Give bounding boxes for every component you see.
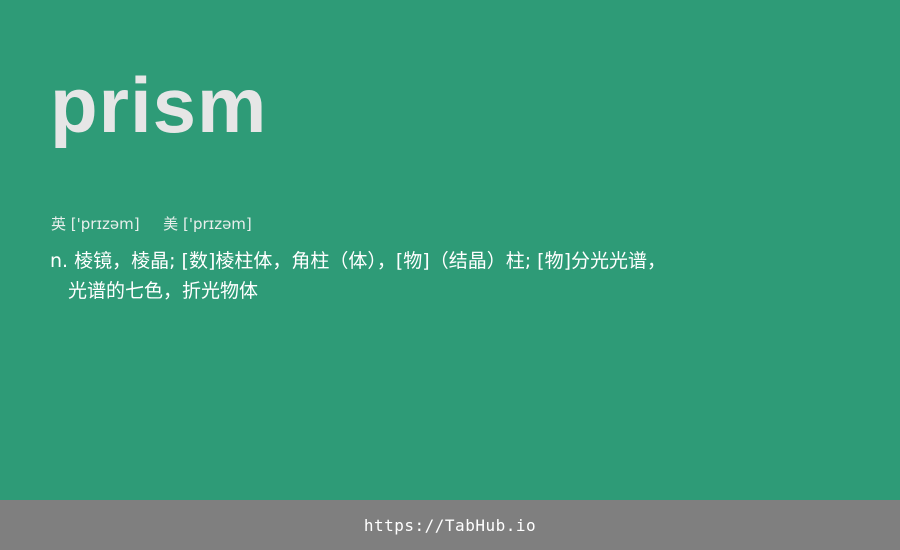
phonetics-row: 英 ['prɪzəm] 美 ['prɪzəm] [51, 213, 252, 234]
tabhub-link[interactable]: https://TabHub.io [364, 516, 536, 535]
definition-line-2: 光谱的七色，折光物体 [68, 280, 259, 302]
phonetic-us: ['prɪzəm] [182, 215, 252, 233]
phonetic-us-label: 美 [163, 215, 179, 233]
headword: prism [50, 61, 268, 149]
phonetic-uk: ['prɪzəm] [70, 215, 140, 233]
phonetic-uk-label: 英 [51, 215, 67, 233]
footer-bar: https://TabHub.io [0, 500, 900, 550]
word-card: prism 英 ['prɪzəm] 美 ['prɪzəm] n. 棱镜，棱晶; … [0, 0, 900, 500]
definition: n. 棱镜，棱晶; [数]棱柱体，角柱（体），[物]（结晶）柱; [物]分光光谱… [50, 246, 730, 306]
definition-line-1: n. 棱镜，棱晶; [数]棱柱体，角柱（体），[物]（结晶）柱; [物]分光光谱… [50, 250, 666, 272]
